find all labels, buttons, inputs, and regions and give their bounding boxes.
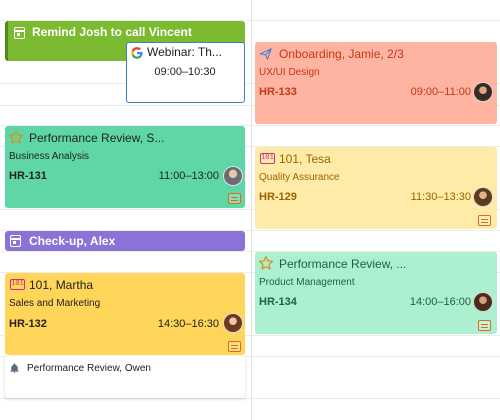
event-time: 11:00–13:00 [158, 170, 219, 182]
event-title: Webinar: Th... [147, 45, 222, 59]
column-divider [251, 0, 252, 420]
event-department: Business Analysis [9, 151, 90, 162]
event-title: Performance Review, Owen [27, 363, 151, 374]
avatar [473, 82, 493, 102]
star-icon [8, 129, 24, 150]
event-code: HR-132 [9, 318, 47, 330]
event-time: 11:30–13:30 [410, 191, 471, 203]
menu-icon[interactable] [478, 320, 491, 331]
event-time: 14:30–16:30 [157, 318, 219, 330]
paper-plane-icon [259, 47, 273, 66]
event-time: 09:00–11:00 [410, 86, 471, 98]
event-checkup-alex[interactable]: Check-up, Alex [5, 231, 245, 251]
event-title: 101, Tesa [279, 152, 331, 166]
event-webinar[interactable]: Webinar: Th... 09:00–10:30 [126, 42, 245, 103]
event-code: HR-131 [9, 170, 47, 182]
menu-icon[interactable] [228, 341, 241, 352]
event-101-tesa[interactable]: 101 101, Tesa Quality Assurance HR-129 1… [255, 147, 497, 229]
menu-icon[interactable] [478, 215, 491, 226]
event-code: HR-129 [259, 191, 297, 203]
calendar-icon [10, 235, 21, 247]
101-icon: 101 [260, 153, 275, 164]
menu-icon[interactable] [228, 193, 241, 204]
event-title: Performance Review, ... [279, 257, 407, 271]
event-department: Sales and Marketing [9, 298, 101, 309]
event-department: Quality Assurance [259, 172, 340, 183]
avatar [473, 292, 493, 312]
event-101-martha[interactable]: 101 101, Martha Sales and Marketing HR-1… [5, 273, 245, 355]
event-onboarding-jamie[interactable]: Onboarding, Jamie, 2/3 UX/UI Design HR-1… [255, 42, 497, 124]
event-title: Performance Review, S... [29, 131, 165, 145]
event-title: Check-up, Alex [29, 234, 116, 248]
bell-icon [9, 361, 20, 379]
avatar [473, 187, 493, 207]
event-time: 09:00–10:30 [154, 66, 216, 78]
calendar-icon [14, 27, 25, 39]
event-time: 14:00–16:00 [409, 296, 471, 308]
avatar [223, 313, 243, 333]
101-icon: 101 [10, 279, 25, 290]
event-code: HR-134 [259, 296, 297, 308]
event-code: HR-133 [259, 86, 297, 98]
event-department: UX/UI Design [259, 67, 320, 78]
event-department: Product Management [259, 277, 355, 288]
google-icon [130, 46, 144, 60]
event-title: Remind Josh to call Vincent [32, 25, 192, 39]
event-performance-review-product[interactable]: Performance Review, ... Product Manageme… [255, 252, 497, 334]
avatar [223, 166, 243, 186]
event-performance-review-s[interactable]: Performance Review, S... Business Analys… [5, 126, 245, 208]
event-title: 101, Martha [29, 278, 94, 292]
event-performance-review-owen[interactable]: Performance Review, Owen [5, 356, 245, 398]
event-title: Onboarding, Jamie, 2/3 [279, 47, 404, 61]
star-icon [258, 255, 274, 276]
grid-line [0, 398, 500, 399]
